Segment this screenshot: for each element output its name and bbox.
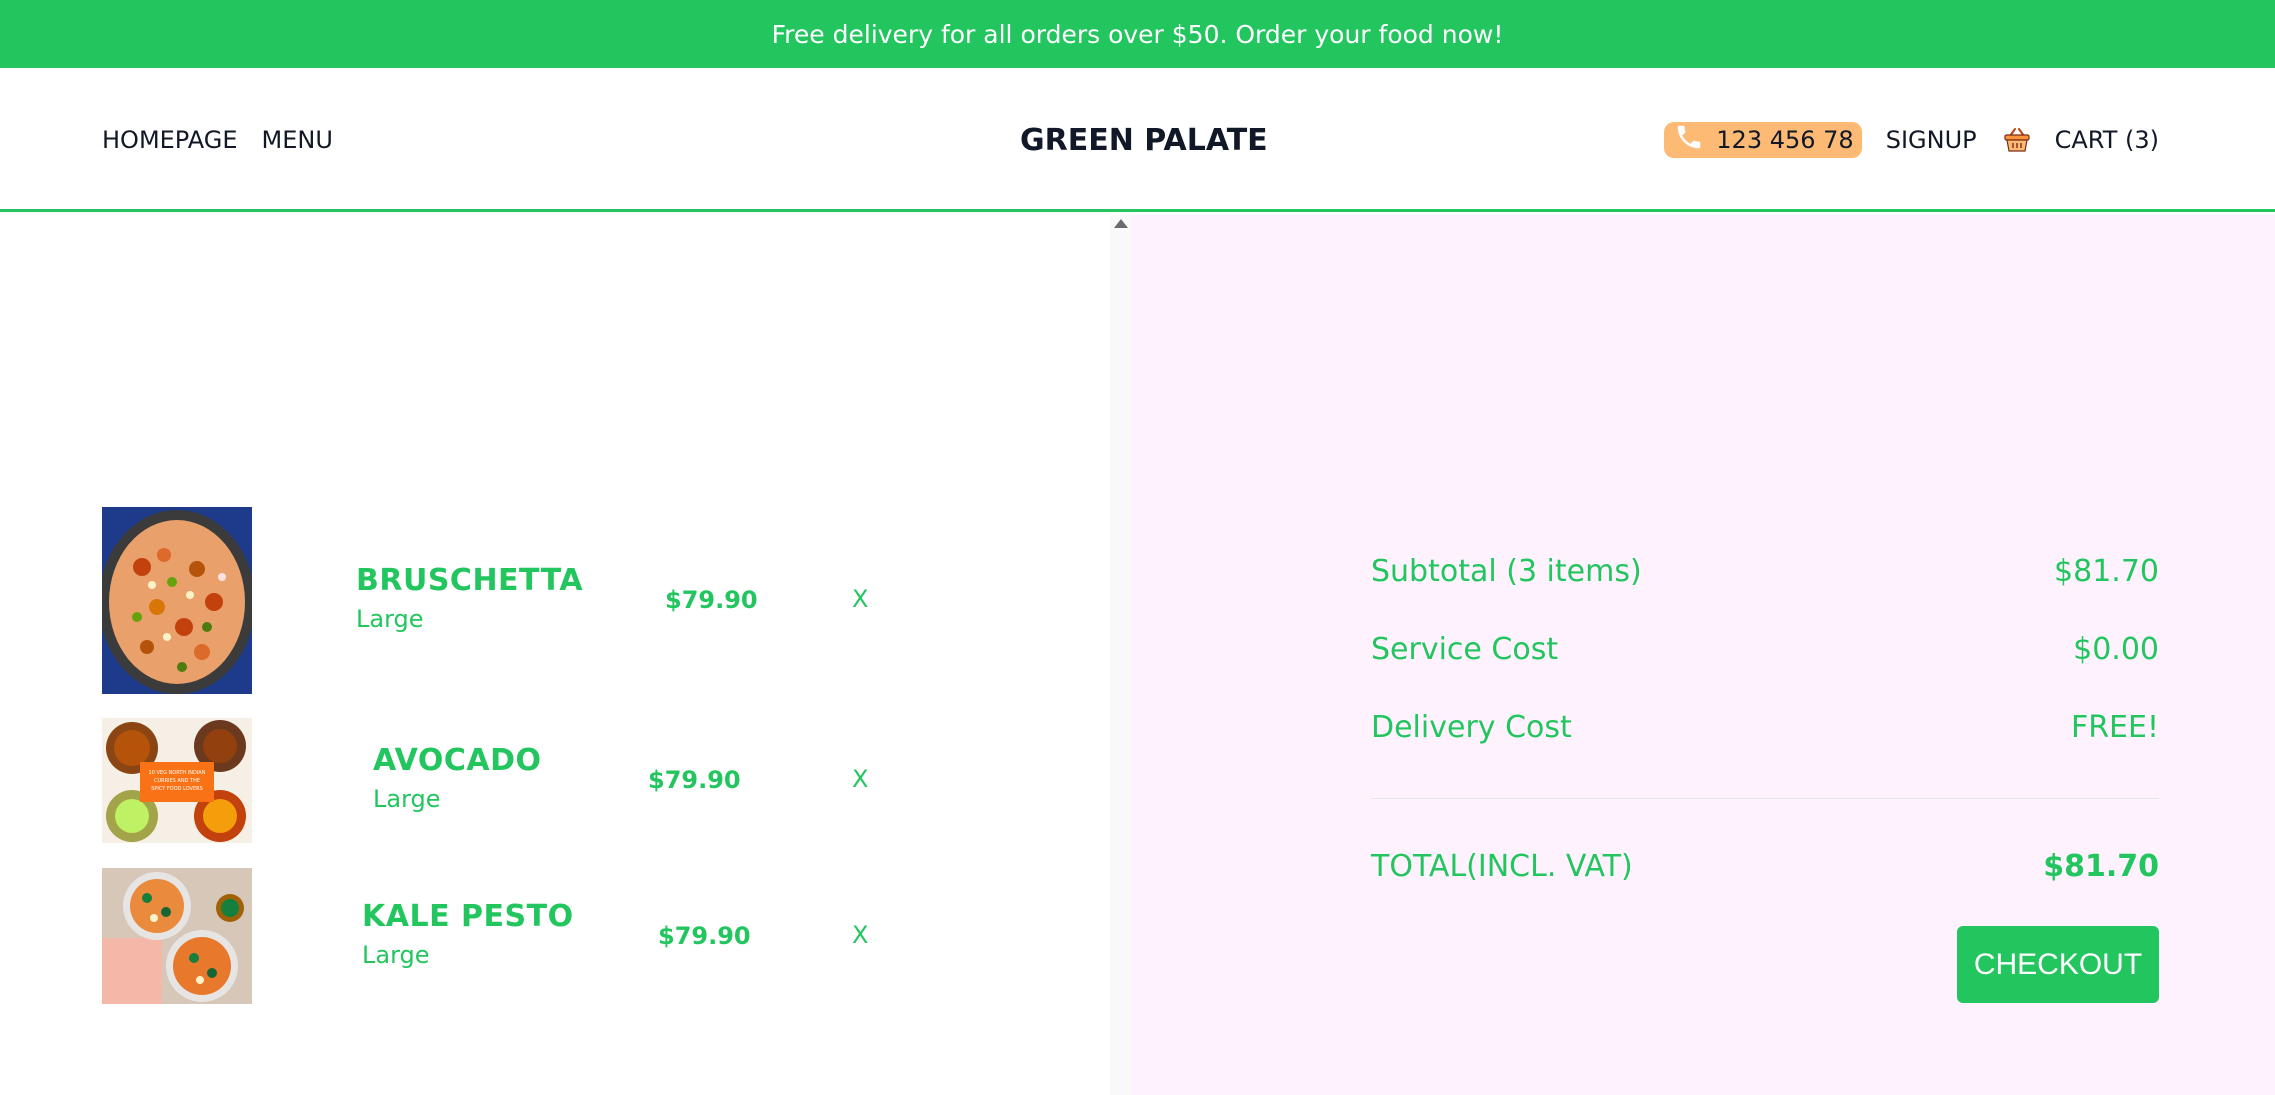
cart-item-price: $79.90 xyxy=(665,586,758,614)
signup-link[interactable]: SIGNUP xyxy=(1886,126,1977,154)
nav-menu-link[interactable]: MENU xyxy=(262,126,333,154)
remove-item-button[interactable]: X xyxy=(852,921,868,949)
cart-item-name[interactable]: KALE PESTO xyxy=(362,899,574,934)
phone-number: 123 456 78 xyxy=(1716,126,1854,154)
delivery-cost-value: FREE! xyxy=(2070,710,2159,745)
subtotal-label: Subtotal (3 items) xyxy=(1371,554,1642,589)
scrollbar[interactable] xyxy=(1110,215,1131,1095)
site-header: HOMEPAGE MENU GREEN PALATE 123 456 78 SI… xyxy=(0,68,2275,212)
subtotal-value: $81.70 xyxy=(2054,554,2159,589)
checkout-button[interactable]: CHECKOUT xyxy=(1957,926,2159,1003)
basket-icon[interactable] xyxy=(2001,124,2033,156)
cart-item-size: Large xyxy=(362,941,430,969)
avocado-caption-line: SPICY FOOD LOVERS xyxy=(151,786,203,792)
avocado-caption-line: 10 VEG NORTH INDIAN xyxy=(149,770,206,776)
cart-link[interactable]: CART (3) xyxy=(2055,126,2159,154)
cart-item-price: $79.90 xyxy=(658,922,751,950)
cart-item-price: $79.90 xyxy=(648,766,741,794)
phone-button[interactable]: 123 456 78 xyxy=(1664,122,1862,158)
remove-item-button[interactable]: X xyxy=(852,765,868,793)
bruschetta-image xyxy=(102,507,252,694)
nav-homepage-link[interactable]: HOMEPAGE xyxy=(102,126,238,154)
secondary-nav: 123 456 78 SIGNUP CART (3) xyxy=(1664,68,2159,212)
promo-banner-text: Free delivery for all orders over $50. O… xyxy=(771,19,1504,49)
delivery-cost-label: Delivery Cost xyxy=(1371,710,1572,745)
cart-item-name[interactable]: AVOCADO xyxy=(373,743,542,778)
total-value: $81.70 xyxy=(2043,849,2159,884)
cart-item-size: Large xyxy=(373,785,441,813)
service-cost-label: Service Cost xyxy=(1371,632,1559,667)
promo-banner: Free delivery for all orders over $50. O… xyxy=(0,0,2275,68)
scroll-up-arrow-icon[interactable] xyxy=(1114,219,1128,228)
primary-nav: HOMEPAGE MENU xyxy=(102,68,333,212)
kale-pesto-image xyxy=(102,868,252,1004)
cart-item-size: Large xyxy=(356,605,424,633)
brand-logo[interactable]: GREEN PALATE xyxy=(1020,68,1268,212)
avocado-image: 10 VEG NORTH INDIAN CURRIES AND THE SPIC… xyxy=(102,718,252,843)
avocado-caption-line: CURRIES AND THE xyxy=(154,778,200,784)
summary-divider xyxy=(1371,798,2159,799)
cart-item-name[interactable]: BRUSCHETTA xyxy=(356,563,583,598)
service-cost-value: $0.00 xyxy=(2073,632,2159,667)
phone-icon xyxy=(1674,122,1704,158)
total-label: TOTAL(INCL. VAT) xyxy=(1371,849,1633,884)
remove-item-button[interactable]: X xyxy=(852,585,868,613)
